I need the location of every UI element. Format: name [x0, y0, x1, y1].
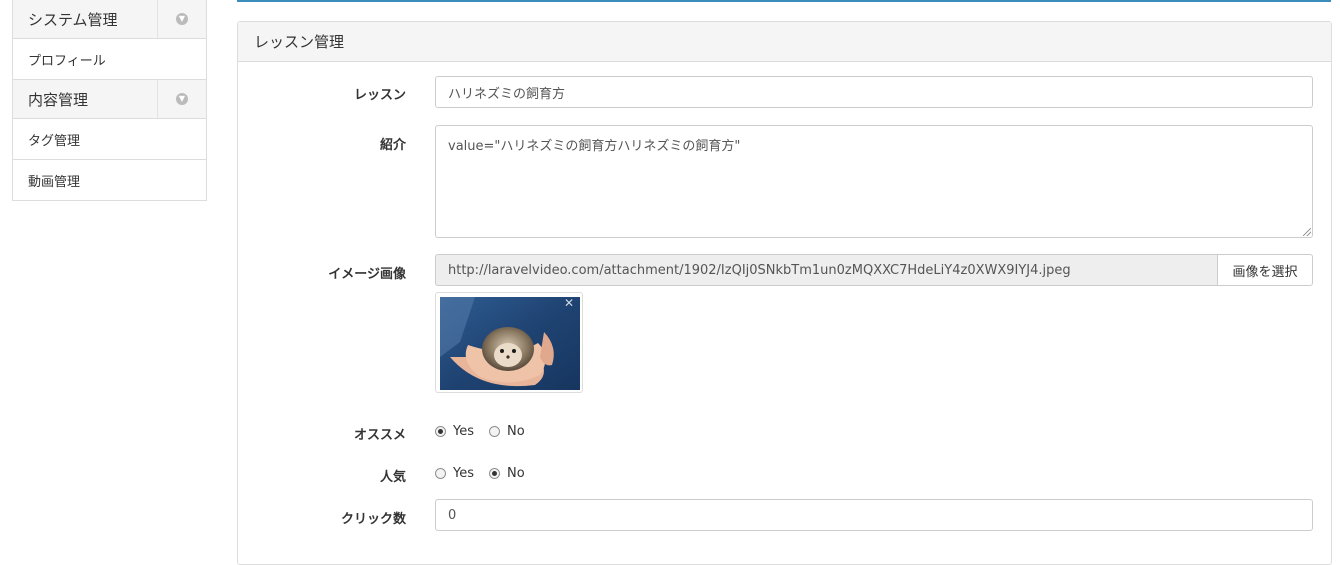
sidebar-item-videos[interactable]: 動画管理	[13, 160, 206, 200]
lesson-panel: レッスン管理 レッスン ハリネズミの飼育方 紹介 value="ハリネズミの飼育…	[237, 21, 1332, 565]
sidebar-item-profile[interactable]: プロフィール	[13, 39, 206, 80]
sidebar-section-title: 内容管理	[28, 90, 89, 109]
popular-radio-group: Yes No	[435, 466, 540, 481]
image-url-field[interactable]: http://laravelvideo.com/attachment/1902/…	[435, 254, 1217, 286]
popular-label: 人気	[379, 470, 406, 485]
clicks-input-value: 0	[448, 507, 457, 523]
chevron-down-icon: ▼	[176, 13, 188, 25]
clicks-label: クリック数	[340, 512, 406, 527]
panel-title: レッスン管理	[238, 22, 1331, 62]
recommend-yes-radio[interactable]	[435, 426, 446, 437]
popular-no-label[interactable]: No	[507, 466, 525, 481]
sidebar-item-label: 動画管理	[28, 174, 81, 190]
image-label: イメージ画像	[328, 267, 406, 282]
popular-no-radio[interactable]	[489, 468, 500, 479]
recommend-no-radio[interactable]	[489, 426, 500, 437]
image-preview: ✕	[435, 292, 583, 393]
hedgehog-image	[440, 297, 580, 390]
sidebar: システム管理 ▼ プロフィール 内容管理 ▼ タグ管理 動画管理	[12, 0, 207, 201]
image-url-value: http://laravelvideo.com/attachment/1902/…	[448, 262, 1071, 278]
sidebar-item-label: タグ管理	[28, 133, 81, 149]
sidebar-section-system[interactable]: システム管理 ▼	[13, 0, 206, 39]
intro-label: 紹介	[379, 138, 406, 153]
recommend-no-label[interactable]: No	[507, 424, 525, 439]
recommend-yes-label[interactable]: Yes	[453, 424, 474, 439]
close-icon[interactable]: ✕	[564, 297, 574, 309]
intro-textarea-value: value="ハリネズミの飼育方ハリネズミの飼育方"	[448, 139, 741, 154]
lesson-input-value: ハリネズミの飼育方	[448, 86, 566, 102]
sidebar-section-content[interactable]: 内容管理 ▼	[13, 80, 206, 119]
sidebar-section-title: システム管理	[28, 10, 118, 29]
lesson-input[interactable]: ハリネズミの飼育方	[435, 76, 1313, 108]
collapse-toggle[interactable]: ▼	[157, 0, 206, 38]
image-input-group: http://laravelvideo.com/attachment/1902/…	[435, 254, 1313, 286]
select-image-button[interactable]: 画像を選択	[1217, 254, 1313, 286]
resize-handle[interactable]	[1303, 228, 1311, 236]
chevron-down-icon: ▼	[176, 93, 188, 105]
collapse-toggle[interactable]: ▼	[157, 80, 206, 118]
clicks-input[interactable]: 0	[435, 499, 1313, 531]
header-accent-line	[237, 0, 1331, 2]
recommend-radio-group: Yes No	[435, 424, 540, 439]
sidebar-item-tags[interactable]: タグ管理	[13, 119, 206, 160]
intro-textarea[interactable]: value="ハリネズミの飼育方ハリネズミの飼育方"	[435, 125, 1313, 238]
sidebar-item-label: プロフィール	[28, 53, 106, 69]
popular-yes-label[interactable]: Yes	[453, 466, 474, 481]
lesson-label: レッスン	[353, 88, 406, 103]
popular-yes-radio[interactable]	[435, 468, 446, 479]
recommend-label: オススメ	[353, 428, 406, 443]
